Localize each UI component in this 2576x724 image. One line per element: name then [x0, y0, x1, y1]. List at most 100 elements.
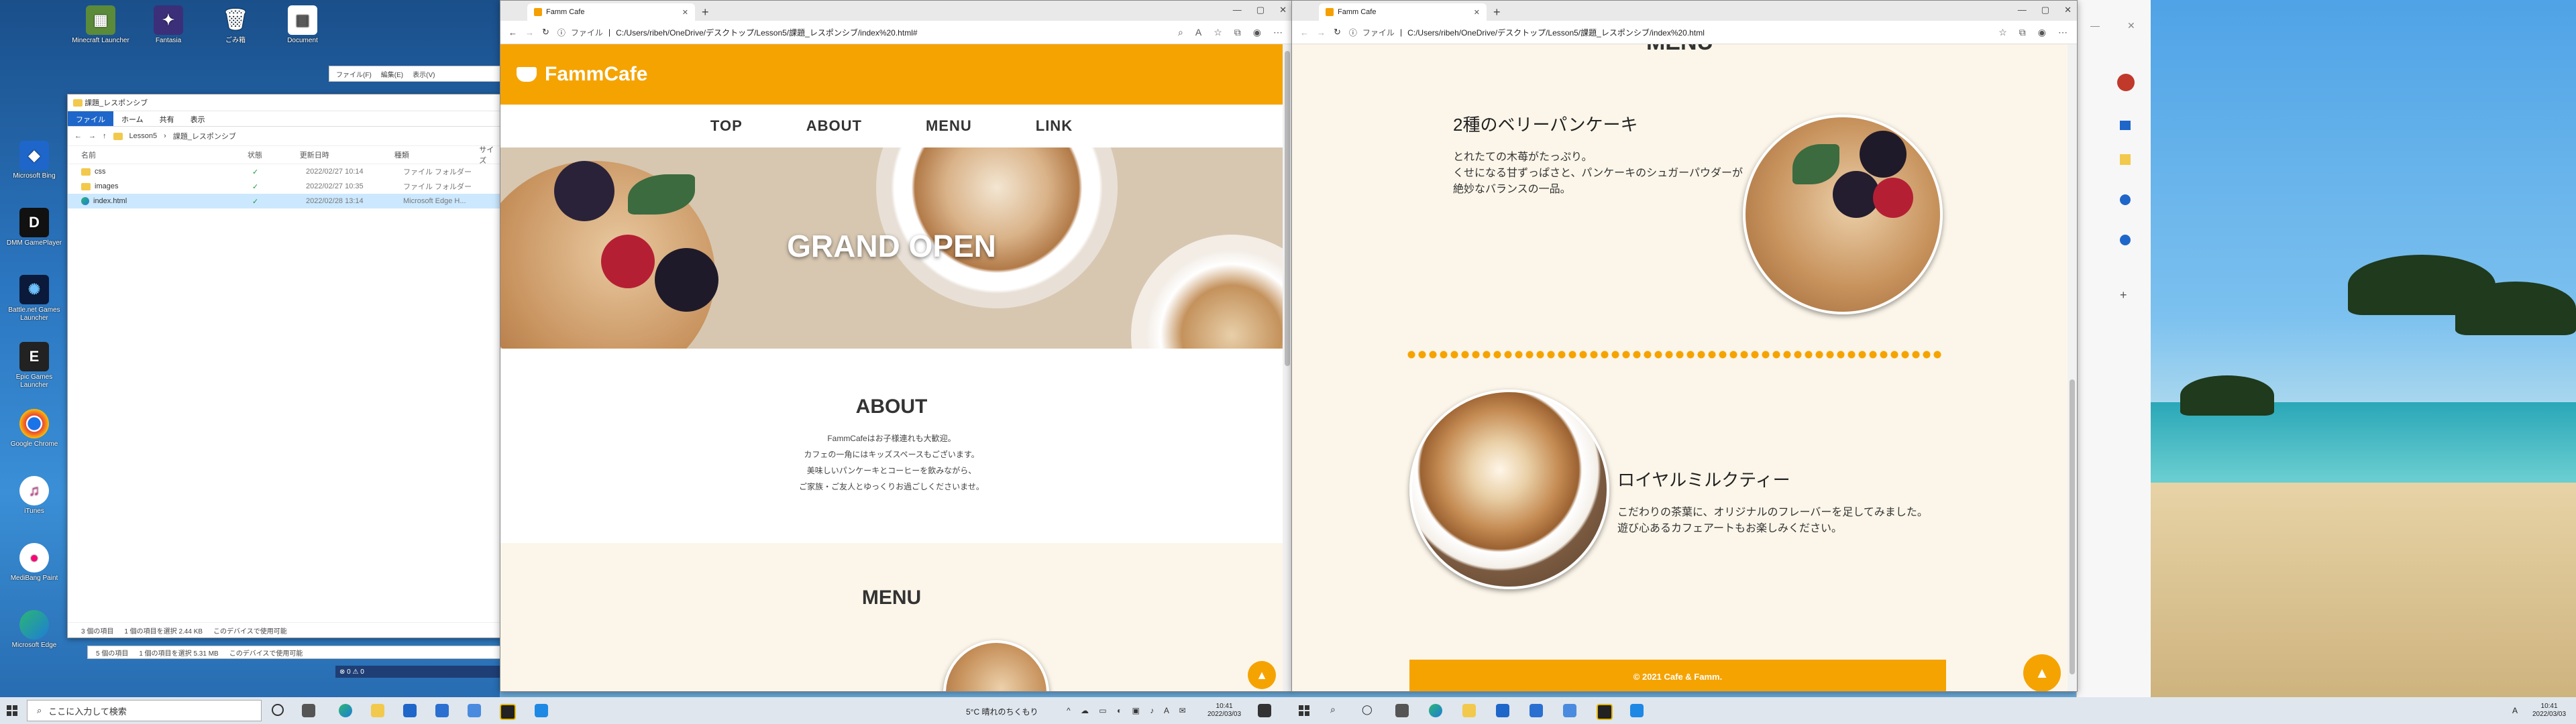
desktop-icon-chrome[interactable]: Google Chrome [5, 409, 63, 448]
desktop-icon-edge[interactable]: Microsoft Edge [5, 610, 63, 650]
edge-taskbar-icon[interactable] [339, 704, 352, 717]
explorer-address-bar[interactable]: ← → ↑ Lesson5 › 課題_レスポンシブ [68, 127, 500, 146]
app-taskbar-icon[interactable] [500, 704, 516, 720]
sidebar-app-icon[interactable] [2120, 194, 2131, 205]
search-icon[interactable]: ⌕ [1330, 704, 1336, 715]
nav-top[interactable]: TOP [710, 117, 743, 135]
taskbar-search[interactable]: ⌕ ここに入力して検索 [27, 700, 262, 721]
scrollbar-thumb[interactable] [1285, 51, 1290, 366]
url-text[interactable]: C:/Users/ribeh/OneDrive/デスクトップ/Lesson5/課… [1407, 27, 1705, 38]
store-taskbar-icon[interactable] [403, 704, 417, 717]
profile-icon[interactable]: ◉ [2038, 27, 2046, 38]
scrollbar[interactable] [1283, 44, 1292, 691]
notification-icon[interactable] [1258, 704, 1271, 717]
desktop-icon-app[interactable]: ◆ Microsoft Bing [5, 141, 63, 180]
browser-tab[interactable]: Famm Cafe ✕ [527, 3, 695, 21]
new-tab-icon[interactable]: + [1493, 3, 1501, 21]
app-taskbar-icon[interactable] [1563, 704, 1576, 717]
store-taskbar-icon[interactable] [1496, 704, 1509, 717]
favorite-icon[interactable]: ☆ [1998, 27, 2007, 38]
desktop-icon-recycle-bin[interactable]: 🗑 ごみ箱 [207, 5, 264, 45]
scrollbar[interactable] [2068, 44, 2077, 691]
ribbon-tab-share[interactable]: 共有 [152, 111, 182, 126]
collections-icon[interactable]: ⧉ [1234, 27, 1241, 38]
plus-icon[interactable]: + [2120, 288, 2127, 302]
mail-taskbar-icon[interactable] [435, 704, 449, 717]
scrollbar-thumb[interactable] [2070, 379, 2075, 674]
avatar[interactable] [2117, 74, 2135, 91]
desktop-icon-battlenet[interactable]: ✺ Battle.net Games Launcher [5, 275, 63, 322]
cortana-icon[interactable] [272, 704, 284, 716]
breadcrumb-current[interactable]: 課題_レスポンシブ [173, 131, 236, 141]
menu-file[interactable]: ファイル(F) [336, 69, 372, 79]
clock-left[interactable]: 10:41 2022/03/03 [1208, 703, 1241, 719]
desktop-icon-fantasia[interactable]: ✦ Fantasia [140, 5, 197, 45]
breadcrumb-lesson5[interactable]: Lesson5 [129, 132, 158, 140]
back-arrow-icon[interactable]: ← [74, 132, 82, 140]
new-tab-icon[interactable]: + [702, 3, 709, 21]
desktop-icon-document[interactable]: ▤ Document [274, 5, 331, 45]
address-bar[interactable]: ⓘ ファイル | C:/Users/ribeh/OneDrive/デスクトップ/… [1349, 27, 1705, 38]
close-icon[interactable]: ✕ [2127, 20, 2135, 32]
site-logo[interactable]: FammCafe [545, 63, 647, 86]
menu-edit[interactable]: 編集(E) [381, 69, 403, 79]
nav-link[interactable]: LINK [1036, 117, 1073, 135]
clock-right[interactable]: 10:41 2022/03/03 [2532, 703, 2566, 719]
close-tab-icon[interactable]: ✕ [682, 8, 688, 17]
desktop-icon-epic[interactable]: E Epic Games Launcher [5, 342, 63, 389]
up-arrow-icon[interactable]: ↑ [103, 132, 107, 140]
input-indicator[interactable]: A [2512, 706, 2518, 715]
ribbon-tab-file[interactable]: ファイル [68, 111, 113, 126]
close-tab-icon[interactable]: ✕ [1474, 8, 1480, 17]
file-row[interactable]: css ✓ 2022/02/27 10:14 ファイル フォルダー [68, 164, 500, 179]
more-icon[interactable]: ⋯ [2058, 27, 2068, 38]
column-type[interactable]: 種類 [394, 149, 479, 160]
desktop-icon-itunes[interactable]: ♫ iTunes [5, 476, 63, 516]
refresh-icon[interactable]: ↻ [542, 27, 549, 38]
address-bar[interactable]: ⓘ ファイル | C:/Users/ribeh/OneDrive/デスクトップ/… [557, 27, 918, 38]
start-button-icon[interactable] [7, 705, 17, 716]
minimize-icon[interactable]: — [2018, 5, 2027, 15]
edge-taskbar-icon[interactable] [1429, 704, 1442, 717]
cortana-icon[interactable]: ◯ [1362, 704, 1373, 715]
nav-menu[interactable]: MENU [926, 117, 972, 135]
minimize-icon[interactable]: — [2090, 20, 2100, 31]
forward-arrow-icon[interactable]: → [89, 132, 96, 140]
menu-view[interactable]: 表示(V) [413, 69, 435, 79]
explorer-taskbar-icon[interactable] [371, 704, 384, 717]
forward-arrow-icon[interactable]: → [525, 27, 534, 38]
column-size[interactable]: サイズ [479, 144, 500, 166]
vscode-taskbar-icon[interactable] [535, 704, 548, 717]
file-row-selected[interactable]: index.html ✓ 2022/02/28 13:14 Microsoft … [68, 194, 500, 208]
url-text[interactable]: C:/Users/ribeh/OneDrive/デスクトップ/Lesson5/課… [616, 27, 917, 38]
column-status[interactable]: 状態 [248, 149, 300, 160]
profile-icon[interactable]: ◉ [1253, 27, 1261, 38]
favorite-icon[interactable]: ☆ [1214, 27, 1222, 38]
sidebar-app-icon[interactable] [2120, 235, 2131, 245]
maximize-icon[interactable]: ▢ [1256, 5, 1265, 15]
weather-widget[interactable]: 5°C 晴れのちくもり [966, 706, 1038, 717]
column-date[interactable]: 更新日時 [300, 149, 394, 160]
desktop-icon-dmm[interactable]: D DMM GamePlayer [5, 208, 63, 247]
browser-tab[interactable]: Famm Cafe ✕ [1319, 3, 1487, 21]
collections-icon[interactable]: ⧉ [2019, 27, 2026, 38]
refresh-icon[interactable]: ↻ [1334, 27, 1341, 38]
maximize-icon[interactable]: ▢ [2041, 5, 2049, 15]
start-button-icon[interactable] [1299, 705, 1309, 716]
back-arrow-icon[interactable]: ← [1300, 27, 1309, 38]
ribbon-tab-home[interactable]: ホーム [113, 111, 152, 126]
more-icon[interactable]: ⋯ [1273, 27, 1283, 38]
close-icon[interactable]: ✕ [2064, 5, 2072, 15]
explorer-taskbar-icon[interactable] [1462, 704, 1476, 717]
task-view-icon[interactable] [1395, 704, 1409, 717]
vscode-taskbar-icon[interactable] [1630, 704, 1644, 717]
zoom-icon[interactable]: ⌕ [1178, 27, 1183, 38]
ribbon-tab-view[interactable]: 表示 [182, 111, 213, 126]
file-row[interactable]: images ✓ 2022/02/27 10:35 ファイル フォルダー [68, 179, 500, 194]
sidebar-app-icon[interactable] [2120, 154, 2131, 165]
nav-about[interactable]: ABOUT [806, 117, 862, 135]
mail-taskbar-icon[interactable] [1529, 704, 1543, 717]
app-taskbar-icon[interactable] [1597, 704, 1613, 720]
read-aloud-icon[interactable]: A [1195, 27, 1201, 38]
minimize-icon[interactable]: — [1233, 5, 1242, 15]
